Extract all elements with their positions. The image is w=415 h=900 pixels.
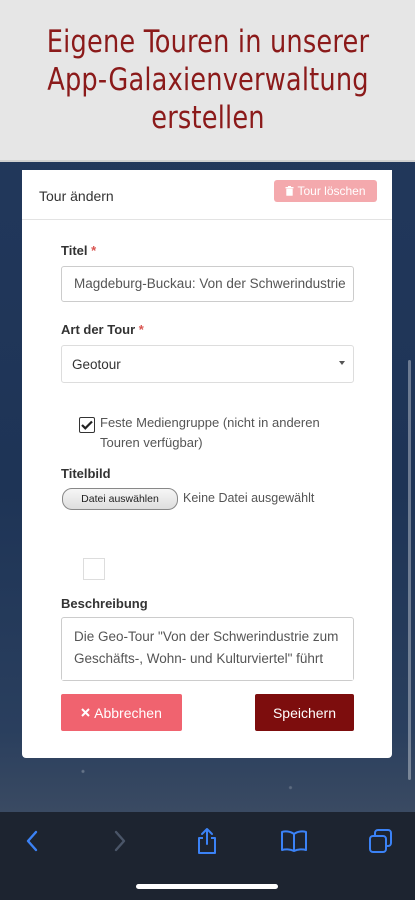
- back-button[interactable]: [12, 826, 52, 856]
- fixed-media-label: Feste Mediengruppe (nicht in anderen Tou…: [100, 415, 320, 450]
- required-marker: *: [138, 322, 144, 337]
- required-marker: *: [91, 243, 97, 258]
- unchecked-checkbox[interactable]: [83, 558, 105, 580]
- delete-tour-label: Tour löschen: [297, 184, 366, 198]
- fixed-media-checkbox[interactable]: [79, 417, 95, 433]
- save-button[interactable]: Speichern: [255, 694, 354, 731]
- banner-title: Eigene Touren in unserer App-Galaxienver…: [46, 24, 369, 136]
- scrollbar[interactable]: [408, 360, 411, 780]
- close-icon: [81, 708, 90, 717]
- cancel-button[interactable]: Abbrechen: [61, 694, 182, 731]
- textarea-fade: [62, 668, 353, 680]
- cancel-label: Abbrechen: [94, 704, 162, 721]
- choose-file-button[interactable]: Datei auswählen: [62, 488, 178, 510]
- panel-title: Tour ändern: [39, 188, 114, 204]
- share-icon: [198, 828, 216, 854]
- tour-type-value: Geotour: [72, 357, 121, 372]
- home-indicator: [136, 884, 278, 889]
- back-icon: [26, 830, 38, 852]
- tabs-button[interactable]: [361, 826, 401, 856]
- promo-banner: Eigene Touren in unserer App-Galaxienver…: [0, 0, 415, 162]
- trash-icon: [285, 186, 294, 196]
- title-label: Titel *: [61, 243, 97, 258]
- dropdown-caret-icon: [339, 361, 345, 365]
- tabs-icon: [369, 829, 392, 853]
- forward-icon: [114, 830, 126, 852]
- title-input[interactable]: Magdeburg-Buckau: Von der Schwerindustri…: [61, 266, 354, 302]
- tour-type-select[interactable]: Geotour: [61, 345, 354, 383]
- delete-tour-button[interactable]: Tour löschen: [274, 180, 377, 202]
- bookmarks-button[interactable]: [274, 826, 314, 856]
- title-image-label: Titelbild: [61, 466, 111, 481]
- forward-button[interactable]: [100, 826, 140, 856]
- checkmark-icon: [81, 420, 93, 430]
- panel-header: Tour ändern Tour löschen: [22, 170, 392, 220]
- file-status-text: Keine Datei ausgewählt: [183, 491, 315, 505]
- share-button[interactable]: [187, 826, 227, 856]
- bookmarks-icon: [281, 830, 307, 852]
- tour-type-label: Art der Tour *: [61, 322, 144, 337]
- description-label: Beschreibung: [61, 596, 148, 611]
